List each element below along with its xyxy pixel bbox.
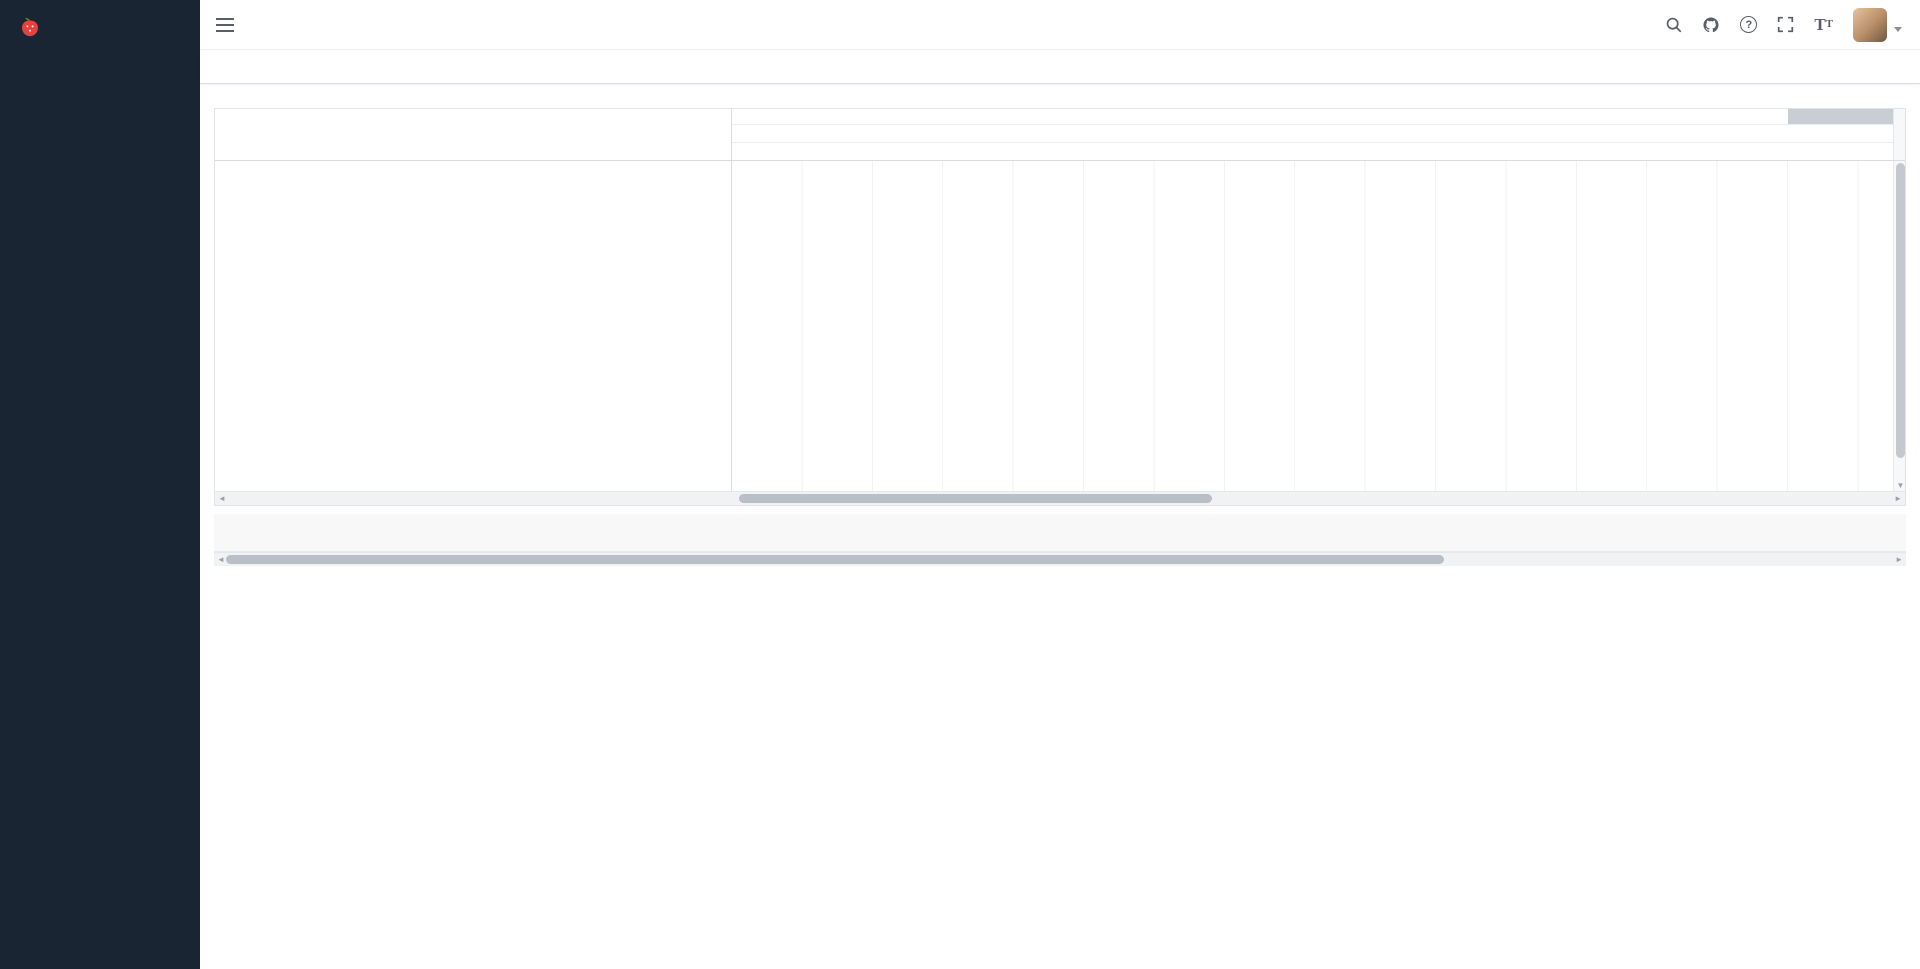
page-content: ▼ ◄ ► ◄ ► xyxy=(200,84,1920,969)
filter-form xyxy=(214,96,1906,104)
question-mark-icon: ? xyxy=(1740,16,1757,33)
gantt-grid-header xyxy=(215,109,732,160)
gantt-range-row xyxy=(732,109,1893,125)
main-area: ? TT xyxy=(200,0,1920,969)
orders-table: ◄ ► xyxy=(214,514,1906,566)
gantt-header xyxy=(215,109,1905,161)
gantt-hour-row xyxy=(732,143,1893,160)
sidebar xyxy=(0,0,200,969)
app-logo xyxy=(0,0,200,56)
font-size-icon[interactable]: TT xyxy=(1814,16,1833,33)
top-navbar: ? TT xyxy=(200,0,1920,50)
orders-table-header xyxy=(214,514,1906,552)
hamburger-icon xyxy=(216,17,234,33)
scroll-down-arrow-icon[interactable]: ▼ xyxy=(1894,481,1906,490)
scroll-left-arrow-icon[interactable]: ◄ xyxy=(217,553,225,566)
horizontal-scroll-thumb[interactable] xyxy=(226,555,1444,564)
gantt-timeline-header xyxy=(732,109,1893,160)
search-icon[interactable] xyxy=(1665,16,1682,33)
gantt-chart xyxy=(732,161,1893,491)
app-logo-icon xyxy=(18,16,42,40)
user-avatar[interactable] xyxy=(1853,8,1902,42)
navbar-actions: ? TT xyxy=(1665,8,1902,42)
app-root: ? TT xyxy=(0,0,1920,969)
sidebar-toggle-button[interactable] xyxy=(216,17,234,33)
scroll-right-arrow-icon[interactable]: ► xyxy=(1895,553,1903,566)
avatar-image xyxy=(1853,8,1887,42)
gantt-range-overflow-block xyxy=(1788,109,1893,124)
tab-bar xyxy=(200,50,1920,84)
help-icon[interactable]: ? xyxy=(1740,16,1757,33)
gantt-horizontal-scrollbar[interactable]: ◄ ► xyxy=(215,491,1905,505)
gantt-vertical-scrollbar[interactable]: ▼ xyxy=(1893,161,1906,491)
fullscreen-icon[interactable] xyxy=(1777,16,1794,33)
avatar-caret-icon xyxy=(1894,27,1902,32)
gantt-header-corner xyxy=(1893,109,1906,160)
scroll-left-arrow-icon[interactable]: ◄ xyxy=(218,492,226,505)
scroll-right-arrow-icon[interactable]: ► xyxy=(1894,492,1902,505)
gantt-day-row xyxy=(732,125,1893,143)
gantt-task-grid xyxy=(215,161,732,491)
vertical-scroll-thumb[interactable] xyxy=(1896,163,1905,458)
github-icon[interactable] xyxy=(1702,16,1720,34)
orders-horizontal-scrollbar[interactable]: ◄ ► xyxy=(214,552,1906,566)
gantt-body: ▼ xyxy=(215,161,1905,491)
horizontal-scroll-thumb[interactable] xyxy=(739,494,1212,503)
gantt-panel: ▼ ◄ ► xyxy=(214,108,1906,506)
